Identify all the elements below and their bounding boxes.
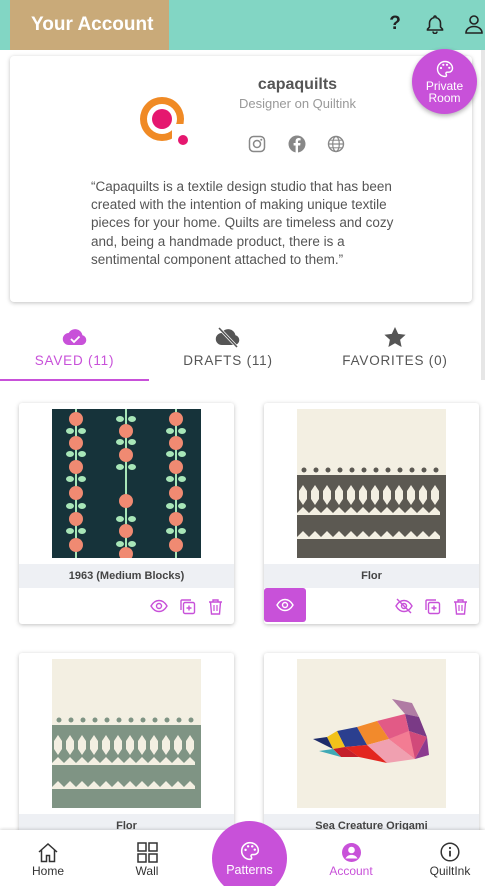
profile-logo [134,92,194,152]
cloud-off-icon [215,324,241,350]
palette-icon [436,60,453,77]
nav-wall[interactable]: Wall [117,830,177,886]
card-actions [19,588,234,624]
nav-wall-label: Wall [135,864,159,878]
pattern-thumbnail[interactable] [52,659,201,808]
tab-favorites-label: FAVORITES (0) [342,353,448,368]
grid-icon [136,841,158,863]
nav-home-label: Home [31,864,64,878]
app-root: Your Account ? capaquilts Designer on Qu… [0,0,485,886]
tab-saved-label: SAVED (11) [34,353,115,368]
active-tab-indicator [0,379,149,381]
pattern-card[interactable]: 1963 (Medium Blocks) [19,403,234,624]
user-icon[interactable] [462,12,485,36]
pattern-tabs: SAVED (11) DRAFTS (11) FAVORITES (0) [0,322,485,382]
info-icon [440,841,460,863]
globe-icon[interactable] [325,133,347,155]
cloud-check-icon [62,324,88,350]
profile-username: capaquilts [257,76,338,93]
nav-patterns[interactable]: Patterns [212,821,287,886]
page-title: Your Account [10,0,169,50]
view-toggle-button[interactable] [264,588,306,622]
duplicate-icon[interactable] [177,596,197,616]
nav-account[interactable]: Account [316,830,386,886]
eye-off-icon[interactable] [394,596,414,616]
pattern-thumbnail[interactable] [52,409,201,558]
trash-icon[interactable] [205,596,225,616]
private-room-label-1: Private [425,78,464,93]
nav-home[interactable]: Home [18,830,78,886]
facebook-icon[interactable] [286,133,308,155]
nav-quiltink[interactable]: QuiltInk [420,830,480,886]
eye-icon [276,598,294,612]
tab-favorites[interactable]: FAVORITES (0) [330,322,460,382]
private-room-button[interactable]: Private Room [412,49,477,114]
nav-quiltink-label: QuiltInk [429,864,471,878]
profile-card: capaquilts Designer on Quiltink “Capaqui… [10,56,472,302]
nav-patterns-label: Patterns [226,863,273,877]
card-actions [264,588,479,624]
tab-saved[interactable]: SAVED (11) [0,322,149,382]
pattern-card[interactable]: Flor [264,403,479,624]
duplicate-icon[interactable] [422,596,442,616]
trash-icon[interactable] [450,596,470,616]
bell-icon[interactable] [423,12,447,36]
nav-account-label: Account [329,864,373,878]
tab-drafts[interactable]: DRAFTS (11) [160,322,296,382]
top-header: Your Account ? [0,0,485,50]
star-icon [383,324,407,350]
tab-drafts-label: DRAFTS (11) [183,353,273,368]
eye-icon[interactable] [149,596,169,616]
instagram-icon[interactable] [246,133,268,155]
pattern-name: 1963 (Medium Blocks) [19,564,234,588]
pattern-name: Flor [264,564,479,588]
pattern-thumbnail[interactable] [297,409,446,558]
palette-icon [240,841,259,861]
private-room-label-2: Room [428,90,461,105]
account-circle-icon [341,841,362,863]
help-label: ? [389,13,401,34]
pattern-thumbnail[interactable] [297,659,446,808]
profile-subtitle: Designer on Quiltink [238,96,357,111]
profile-bio: “Capaquilts is a textile design studio t… [91,179,394,267]
help-icon[interactable]: ? [383,12,407,36]
home-icon [37,841,59,863]
